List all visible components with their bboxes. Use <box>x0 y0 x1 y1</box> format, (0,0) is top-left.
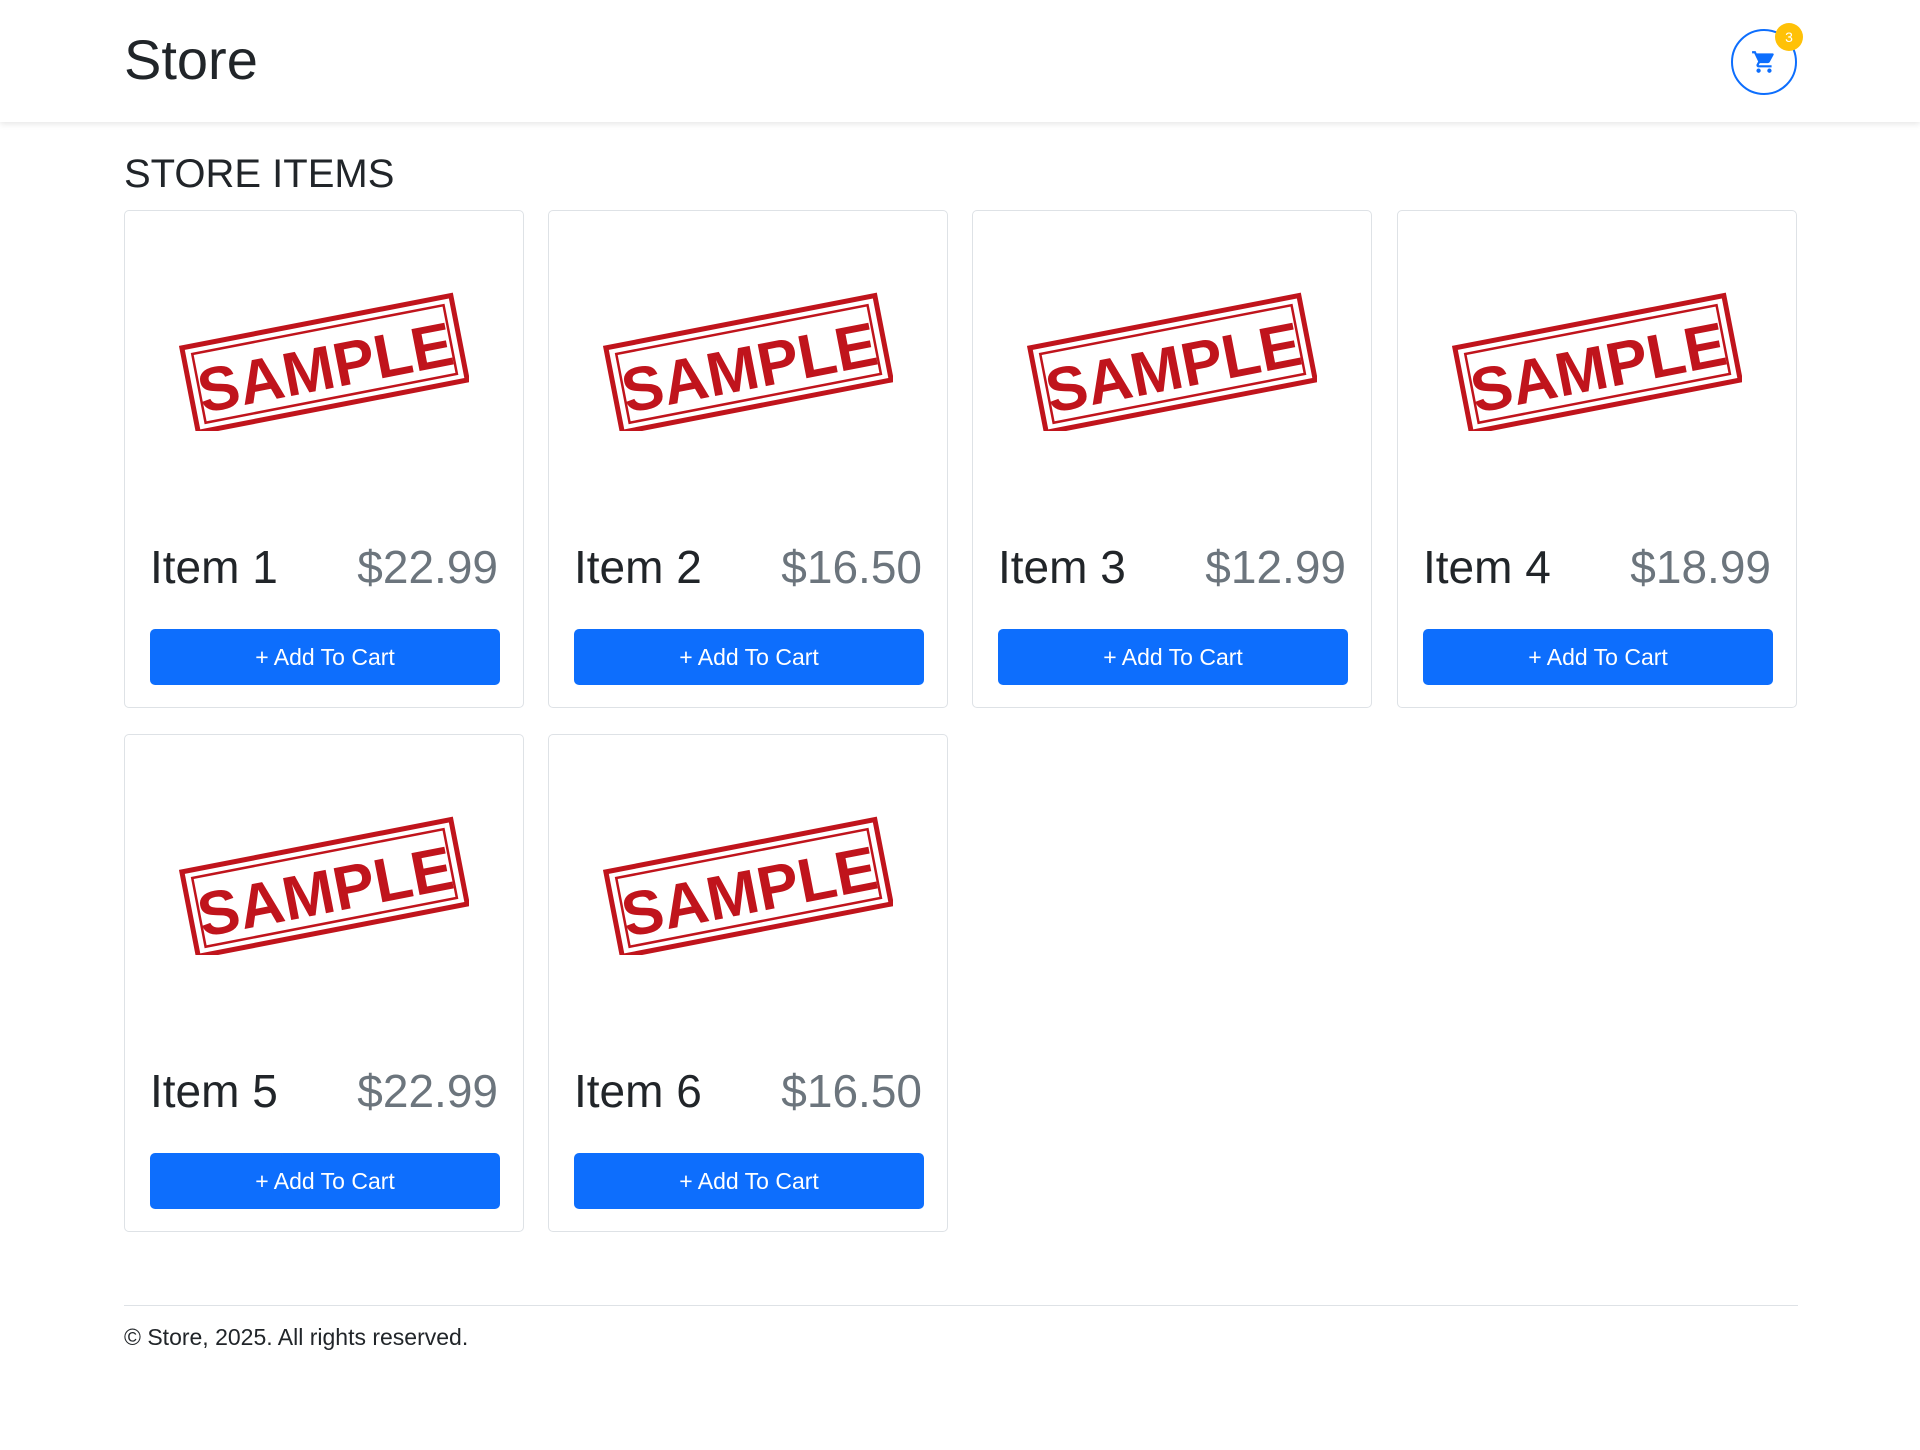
sample-stamp-image: SAMPLE <box>603 292 893 431</box>
sample-stamp-image: SAMPLE <box>179 292 469 431</box>
product-image: SAMPLE <box>125 735 523 1035</box>
shopping-cart-icon <box>1752 51 1774 73</box>
sample-stamp-image: SAMPLE <box>1027 292 1317 431</box>
add-to-cart-button[interactable]: + Add To Cart <box>574 1153 924 1209</box>
add-to-cart-button[interactable]: + Add To Cart <box>998 629 1348 685</box>
footer-divider <box>124 1305 1798 1306</box>
product-image: SAMPLE <box>125 211 523 511</box>
product-card: SAMPLE Item 2 $16.50 + Add To Cart <box>548 210 948 708</box>
product-card: SAMPLE Item 1 $22.99 + Add To Cart <box>124 210 524 708</box>
product-name: Item 6 <box>574 1065 702 1117</box>
sample-stamp-image: SAMPLE <box>1452 292 1742 431</box>
product-card: SAMPLE Item 3 $12.99 + Add To Cart <box>972 210 1372 708</box>
product-image: SAMPLE <box>549 211 947 511</box>
sample-stamp-image: SAMPLE <box>603 816 893 955</box>
product-card: SAMPLE Item 6 $16.50 + Add To Cart <box>548 734 948 1232</box>
product-price: $22.99 <box>357 541 498 593</box>
section-title: STORE ITEMS <box>124 152 395 196</box>
product-name: Item 5 <box>150 1065 278 1117</box>
product-name: Item 2 <box>574 541 702 593</box>
footer-copyright: © Store, 2025. All rights reserved. <box>124 1324 469 1350</box>
product-price: $16.50 <box>781 541 922 593</box>
product-price: $12.99 <box>1205 541 1346 593</box>
product-image: SAMPLE <box>973 211 1371 511</box>
product-name: Item 4 <box>1423 541 1551 593</box>
product-name: Item 3 <box>998 541 1126 593</box>
product-image: SAMPLE <box>1398 211 1796 511</box>
product-card: SAMPLE Item 4 $18.99 + Add To Cart <box>1397 210 1797 708</box>
sample-stamp-image: SAMPLE <box>179 816 469 955</box>
cart-count-badge: 3 <box>1775 23 1803 51</box>
navbar: Store 3 <box>0 0 1920 122</box>
product-price: $16.50 <box>781 1065 922 1117</box>
product-image: SAMPLE <box>549 735 947 1035</box>
product-name: Item 1 <box>150 541 278 593</box>
brand-title[interactable]: Store <box>124 28 258 92</box>
add-to-cart-button[interactable]: + Add To Cart <box>150 1153 500 1209</box>
product-price: $22.99 <box>357 1065 498 1117</box>
add-to-cart-button[interactable]: + Add To Cart <box>150 629 500 685</box>
product-card: SAMPLE Item 5 $22.99 + Add To Cart <box>124 734 524 1232</box>
add-to-cart-button[interactable]: + Add To Cart <box>574 629 924 685</box>
add-to-cart-button[interactable]: + Add To Cart <box>1423 629 1773 685</box>
product-price: $18.99 <box>1630 541 1771 593</box>
